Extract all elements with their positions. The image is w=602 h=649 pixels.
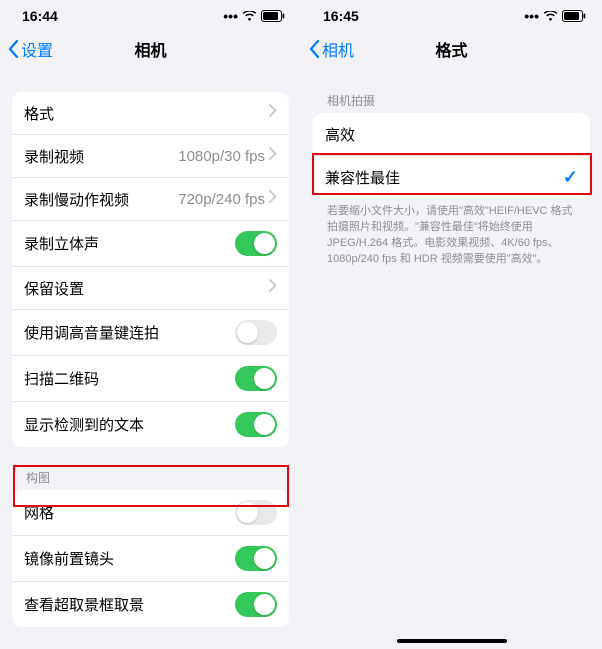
section-header-capture: 相机拍摄 — [313, 92, 590, 109]
status-right: ••• — [223, 8, 285, 24]
status-bar: 16:44 ••• — [0, 0, 301, 28]
battery-icon — [562, 10, 586, 22]
toggle-mirror-front[interactable] — [235, 546, 277, 571]
page-title: 相机 — [0, 37, 301, 61]
row-mirror-front: 镜像前置镜头 — [12, 535, 289, 581]
home-indicator[interactable] — [397, 639, 507, 643]
toggle-scan-qr[interactable] — [235, 366, 277, 391]
toggle-grid[interactable] — [235, 500, 277, 525]
status-time: 16:45 — [323, 8, 359, 24]
chevron-right-icon — [269, 279, 277, 297]
status-time: 16:44 — [22, 8, 58, 24]
nav-bar: 设置 相机 — [0, 28, 301, 74]
camera-settings-screen: 16:44 ••• 设置 相机 格式 录制视频 108 — [0, 0, 301, 649]
toggle-view-outside[interactable] — [235, 592, 277, 617]
row-detect-text: 显示检测到的文本 — [12, 401, 289, 447]
toggle-stereo[interactable] — [235, 231, 277, 256]
cellular-icon: ••• — [223, 8, 238, 24]
cellular-icon: ••• — [524, 8, 539, 24]
toggle-detect-text[interactable] — [235, 412, 277, 437]
chevron-right-icon — [269, 147, 277, 165]
toggle-vol-burst[interactable] — [235, 320, 277, 345]
chevron-right-icon — [269, 104, 277, 122]
chevron-right-icon — [269, 190, 277, 208]
row-scan-qr: 扫描二维码 — [12, 355, 289, 401]
page-title: 格式 — [301, 37, 602, 61]
checkmark-icon: ✓ — [563, 167, 578, 188]
nav-bar: 相机 格式 — [301, 28, 602, 74]
wifi-icon — [543, 11, 558, 22]
formats-screen: 16:45 ••• 相机 格式 相机拍摄 高效 兼容性最佳 ✓ — [301, 0, 602, 649]
row-stereo: 录制立体声 — [12, 220, 289, 266]
row-high-efficiency[interactable]: 高效 — [313, 113, 590, 155]
row-record-video[interactable]: 录制视频 1080p/30 fps — [12, 134, 289, 177]
group-composition: 网格 镜像前置镜头 查看超取景框取景 — [12, 490, 289, 627]
battery-icon — [261, 10, 285, 22]
row-most-compatible[interactable]: 兼容性最佳 ✓ — [313, 155, 590, 198]
row-vol-burst: 使用调高音量键连拍 — [12, 309, 289, 355]
row-record-slomo[interactable]: 录制慢动作视频 720p/240 fps — [12, 177, 289, 220]
formats-footer: 若要缩小文件大小，请使用"高效"HEIF/HEVC 格式拍摄照片和视频。"兼容性… — [313, 198, 590, 268]
status-right: ••• — [524, 8, 586, 24]
wifi-icon — [242, 11, 257, 22]
section-header-composition: 构图 — [12, 469, 289, 486]
group-formats: 高效 兼容性最佳 ✓ — [313, 113, 590, 198]
status-bar: 16:45 ••• — [301, 0, 602, 28]
row-view-outside: 查看超取景框取景 — [12, 581, 289, 627]
row-formats[interactable]: 格式 — [12, 92, 289, 134]
group-main: 格式 录制视频 1080p/30 fps 录制慢动作视频 720p/240 fp… — [12, 92, 289, 447]
row-preserve[interactable]: 保留设置 — [12, 266, 289, 309]
row-grid: 网格 — [12, 490, 289, 535]
